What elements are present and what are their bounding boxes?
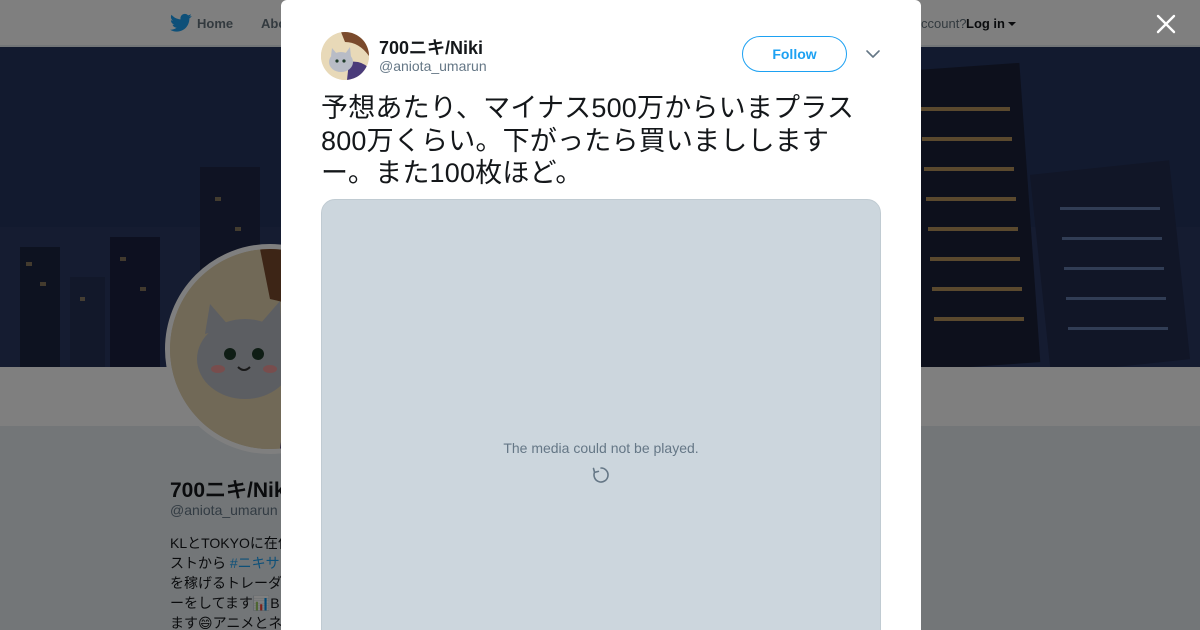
follow-button[interactable]: Follow xyxy=(742,36,847,72)
tweet-modal: 700ニキ/Niki @aniota_umarun Follow 予想あたり、マ… xyxy=(281,0,921,630)
close-icon[interactable] xyxy=(1154,12,1178,36)
author-name[interactable]: 700ニキ/Niki xyxy=(379,34,483,60)
media-error-message: The media could not be played. xyxy=(503,440,699,456)
reload-icon[interactable] xyxy=(591,465,611,485)
author-handle[interactable]: @aniota_umarun xyxy=(379,58,487,74)
tweet-media-player[interactable]: The media could not be played. xyxy=(321,199,881,630)
author-avatar[interactable] xyxy=(321,32,369,80)
chevron-down-icon[interactable] xyxy=(865,48,881,60)
tweet-text: 予想あたり、マイナス500万からいまプラス800万くらい。下がったら買いまししま… xyxy=(321,93,855,188)
author-avatar-illustration xyxy=(321,32,369,80)
